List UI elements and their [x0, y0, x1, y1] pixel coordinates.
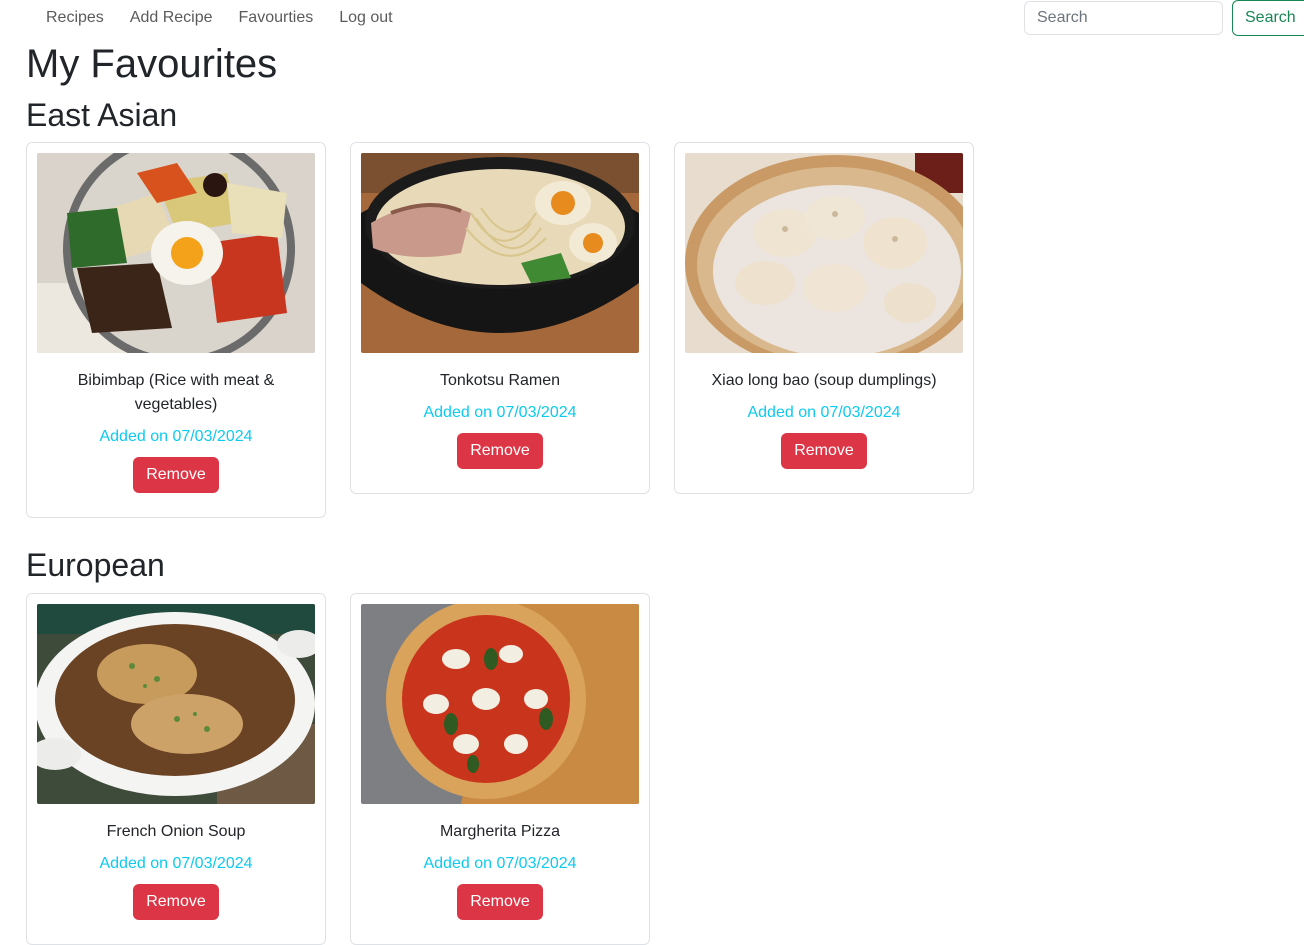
- search-input[interactable]: [1024, 1, 1223, 35]
- navbar: Recipes Add Recipe Favourties Log out Se…: [0, 0, 1304, 36]
- recipe-title: Tonkotsu Ramen: [439, 372, 561, 389]
- remove-button[interactable]: Remove: [133, 457, 219, 493]
- added-date: Added on 07/03/2024: [423, 855, 577, 872]
- page-title: My Favourites: [26, 42, 278, 86]
- recipe-title: Margherita Pizza: [439, 823, 561, 840]
- dumplings-image: [685, 153, 963, 353]
- nav-link-log-out[interactable]: Log out: [326, 0, 405, 36]
- pizza-image: [361, 604, 639, 804]
- nav-links: Recipes Add Recipe Favourties Log out: [33, 0, 406, 36]
- recipe-card: French Onion Soup Added on 07/03/2024 Re…: [26, 593, 326, 945]
- added-date: Added on 07/03/2024: [747, 404, 901, 421]
- added-date: Added on 07/03/2024: [423, 404, 577, 421]
- section-title-east-asian: East Asian: [26, 97, 178, 133]
- recipe-card: Margherita Pizza Added on 07/03/2024 Rem…: [350, 593, 650, 945]
- recipe-title: French Onion Soup: [106, 823, 246, 840]
- onion-soup-image: [37, 604, 315, 804]
- bibimbap-image: [37, 153, 315, 353]
- remove-button[interactable]: Remove: [781, 433, 867, 469]
- recipe-card: Xiao long bao (soup dumplings) Added on …: [674, 142, 974, 494]
- remove-button[interactable]: Remove: [457, 433, 543, 469]
- section-title-european: European: [26, 547, 165, 583]
- remove-button[interactable]: Remove: [457, 884, 543, 920]
- search-form: Search: [1024, 0, 1304, 36]
- remove-button[interactable]: Remove: [133, 884, 219, 920]
- nav-link-recipes[interactable]: Recipes: [33, 0, 117, 36]
- recipe-title: Xiao long bao (soup dumplings): [711, 372, 937, 389]
- search-button[interactable]: Search: [1232, 0, 1304, 36]
- recipe-card: Bibimbap (Rice with meat & vegetables) A…: [26, 142, 326, 518]
- nav-link-favourites[interactable]: Favourties: [226, 0, 327, 36]
- ramen-image: [361, 153, 639, 353]
- added-date: Added on 07/03/2024: [99, 855, 253, 872]
- added-date: Added on 07/03/2024: [99, 428, 253, 445]
- recipe-card: Tonkotsu Ramen Added on 07/03/2024 Remov…: [350, 142, 650, 494]
- recipe-title: Bibimbap (Rice with meat & vegetables): [77, 372, 275, 413]
- nav-link-add-recipe[interactable]: Add Recipe: [117, 0, 226, 36]
